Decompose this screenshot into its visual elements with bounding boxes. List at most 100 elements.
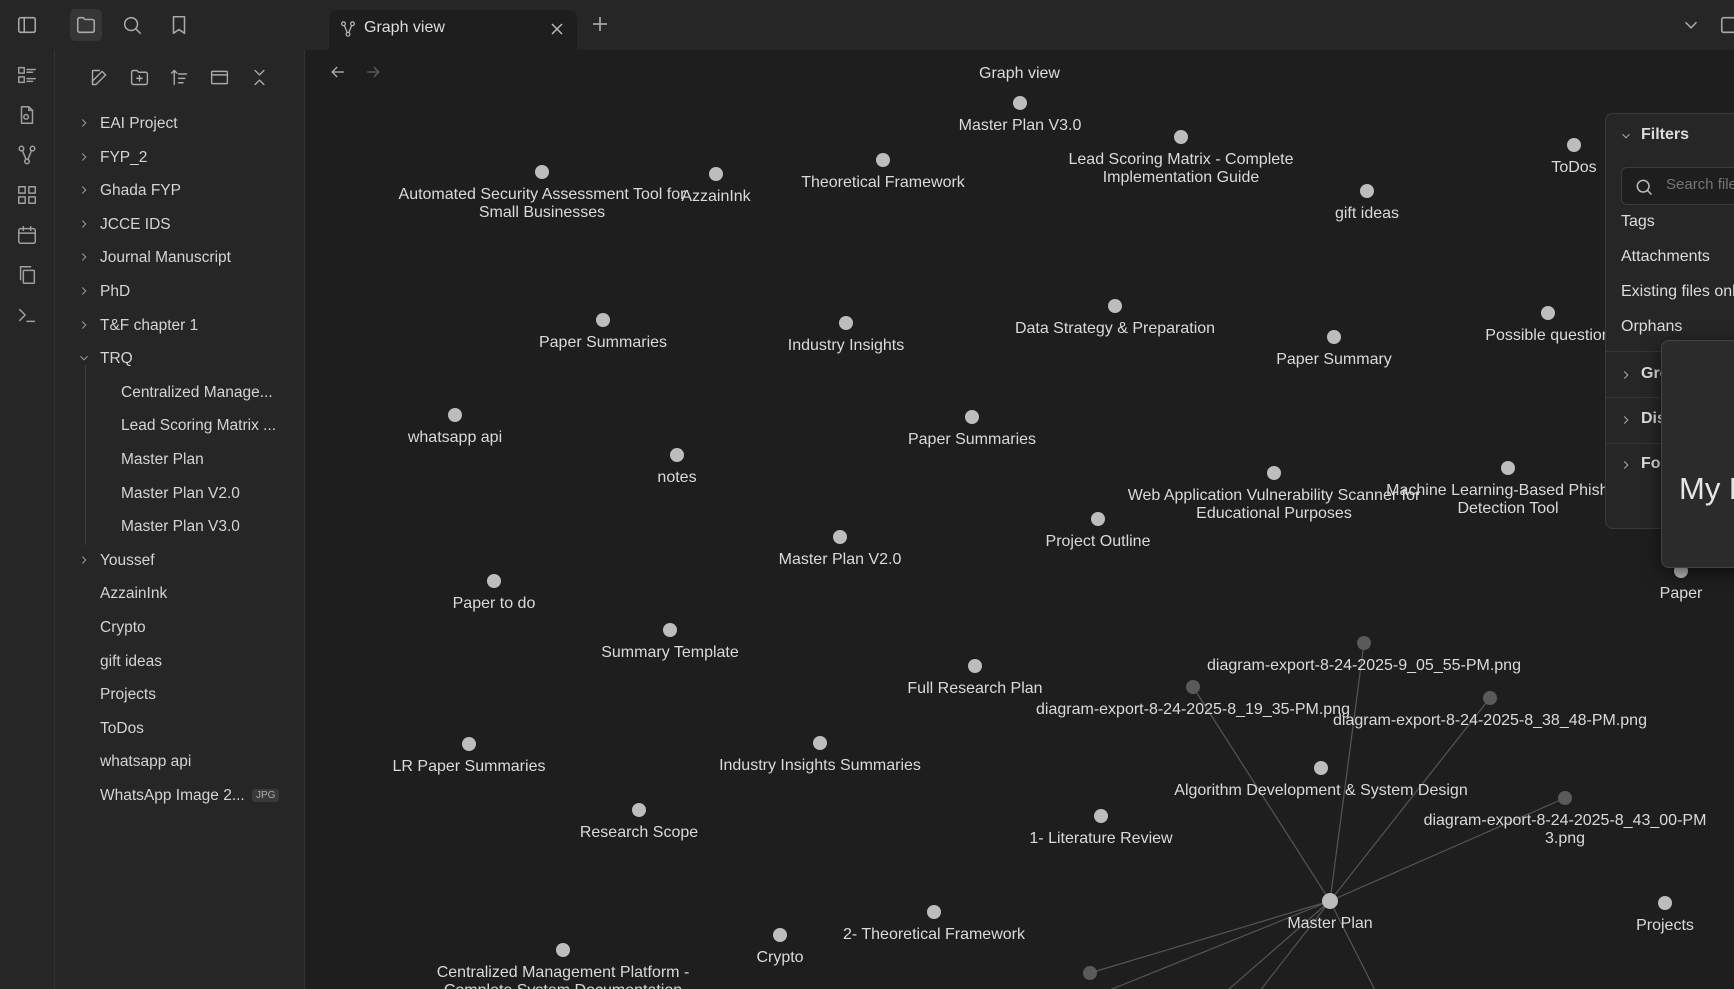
chevron-right-icon[interactable] [1619, 413, 1633, 427]
graph-node-dot[interactable] [1091, 512, 1105, 526]
graph-view-icon[interactable] [13, 141, 41, 169]
graph-node-notes[interactable]: notes [657, 448, 697, 486]
new-tab-icon[interactable] [588, 12, 616, 40]
file-item[interactable]: WhatsApp Image 2... JPG [55, 780, 305, 810]
file-item[interactable]: ToDos [55, 713, 305, 743]
graph-node-whatsapp-api[interactable]: whatsapp api [407, 408, 502, 446]
graph-node-theoretical-framework[interactable]: Theoretical Framework [801, 153, 966, 191]
folder-item[interactable]: T&F chapter 1 [55, 310, 305, 340]
graph-node-diagram-8-43[interactable]: diagram-export-8-24-2025-8_43_00-PM3.png [1424, 791, 1707, 847]
chevron-right-icon[interactable] [77, 318, 91, 332]
filter-existing-files-only[interactable]: Existing files only [1621, 283, 1734, 301]
auto-reveal-icon[interactable] [205, 63, 233, 91]
graph-node-dot[interactable] [535, 165, 549, 179]
graph-node-dot[interactable] [487, 574, 501, 588]
folder-item[interactable]: Youssef [55, 545, 305, 575]
graph-node-research-scope[interactable]: Research Scope [580, 803, 698, 841]
folder-item[interactable]: Ghada FYP [55, 175, 305, 205]
graph-node-dot[interactable] [632, 803, 646, 817]
chevron-right-icon[interactable] [1619, 368, 1633, 382]
chevron-right-icon[interactable] [1619, 458, 1633, 472]
graph-node-diagram-8-19[interactable]: diagram-export-8-24-2025-8_19_35-PM.png [1036, 680, 1350, 718]
graph-node-data-strategy[interactable]: Data Strategy & Preparation [1015, 299, 1215, 337]
graph-view[interactable]: Graph view Master Plan V3.0 Lead Scoring … [305, 50, 1734, 989]
hover-preview-popup[interactable]: My Pl [1661, 340, 1734, 568]
file-item[interactable]: Projects [55, 679, 305, 709]
graph-node-industry-insights[interactable]: Industry Insights [788, 316, 905, 354]
graph-node-dot[interactable] [709, 167, 723, 181]
graph-node-industry-insights-summaries[interactable]: Industry Insights Summaries [719, 736, 921, 774]
graph-node-literature-review[interactable]: 1- Literature Review [1029, 809, 1173, 847]
new-note-icon[interactable] [85, 63, 113, 91]
graph-node-dot[interactable] [1322, 893, 1338, 909]
file-item[interactable]: whatsapp api [55, 746, 305, 776]
new-folder-icon[interactable] [125, 63, 153, 91]
filter-tags[interactable]: Tags [1621, 213, 1655, 231]
file-item[interactable]: Master Plan [55, 444, 305, 474]
graph-node-dot[interactable] [1314, 761, 1328, 775]
graph-node-dot[interactable] [670, 448, 684, 462]
graph-node-possible-questions[interactable]: Possible question [1485, 306, 1611, 344]
graph-node-dot[interactable] [833, 530, 847, 544]
graph-node-dot[interactable] [1327, 330, 1341, 344]
graph-node-dot[interactable] [839, 316, 853, 330]
file-item[interactable]: AzzainInk [55, 578, 305, 608]
graph-node-paper-summaries-2[interactable]: Paper Summaries [908, 410, 1036, 448]
graph-node-dot[interactable] [968, 659, 982, 673]
folder-item[interactable]: TRQ [55, 343, 305, 373]
graph-node-dot[interactable] [448, 408, 462, 422]
file-item[interactable]: Centralized Manage... [55, 377, 305, 407]
graph-node-dot[interactable] [1186, 680, 1200, 694]
graph-node-diagram-8-38[interactable]: diagram-export-8-24-2025-8_38_48-PM.png [1333, 691, 1647, 729]
folder-item[interactable]: JCCE IDS [55, 209, 305, 239]
file-item[interactable]: Crypto [55, 612, 305, 642]
chevron-right-icon[interactable] [77, 553, 91, 567]
graph-node-algorithm-dev[interactable]: Algorithm Development & System Design [1174, 761, 1468, 799]
graph-canvas[interactable]: Master Plan V3.0Lead Scoring Matrix - Co… [305, 50, 1734, 989]
graph-node-bottom-node[interactable] [1083, 966, 1097, 980]
chevron-down-icon[interactable] [1619, 129, 1633, 143]
file-item[interactable]: Master Plan V3.0 [55, 511, 305, 541]
graph-node-dot[interactable] [965, 410, 979, 424]
search-icon[interactable] [116, 9, 148, 41]
graph-node-dot[interactable] [462, 737, 476, 751]
copy-icon[interactable] [13, 261, 41, 289]
graph-node-automated-security[interactable]: Automated Security Assessment Tool forSm… [399, 165, 687, 221]
graph-node-dot[interactable] [596, 313, 610, 327]
graph-node-full-research-plan[interactable]: Full Research Plan [907, 659, 1043, 697]
filter-attachments[interactable]: Attachments [1621, 248, 1710, 266]
graph-node-dot[interactable] [1658, 896, 1672, 910]
graph-node-projects[interactable]: Projects [1636, 896, 1694, 934]
graph-node-dot[interactable] [1541, 306, 1555, 320]
graph-node-ml-phishing[interactable]: Machine Learning-Based PhishingDetection… [1386, 461, 1630, 517]
graph-node-dot[interactable] [1360, 184, 1374, 198]
file-search-icon[interactable] [13, 101, 41, 129]
chevron-right-icon[interactable] [77, 116, 91, 130]
graph-node-dot[interactable] [1267, 466, 1281, 480]
chevron-down-icon[interactable] [1680, 14, 1704, 38]
graph-node-dot[interactable] [773, 928, 787, 942]
graph-node-paper-to-do[interactable]: Paper to do [453, 574, 536, 612]
graph-node-dot[interactable] [1501, 461, 1515, 475]
tab-graph-view[interactable]: Graph view [329, 10, 577, 50]
graph-node-paper-summaries-1[interactable]: Paper Summaries [539, 313, 667, 351]
folder-item[interactable]: EAI Project [55, 108, 305, 138]
graph-node-master-plan-v2[interactable]: Master Plan V2.0 [779, 530, 902, 568]
sort-icon[interactable] [165, 63, 193, 91]
graph-node-dot[interactable] [1108, 299, 1122, 313]
graph-node-web-app-scanner[interactable]: Web Application Vulnerability Scanner fo… [1128, 466, 1421, 522]
terminal-icon[interactable] [13, 301, 41, 329]
graph-node-theoretical-framework-2[interactable]: 2- Theoretical Framework [843, 905, 1026, 943]
search-files-input[interactable] [1666, 176, 1734, 193]
folder-item[interactable]: PhD [55, 276, 305, 306]
folder-icon[interactable] [70, 9, 102, 41]
search-files-field[interactable] [1621, 167, 1734, 205]
folder-item[interactable]: Journal Manuscript [55, 242, 305, 272]
file-item[interactable]: Master Plan V2.0 [55, 478, 305, 508]
filter-orphans[interactable]: Orphans [1621, 318, 1682, 336]
graph-node-dot[interactable] [556, 943, 570, 957]
graph-node-azzainink[interactable]: AzzainInk [681, 167, 752, 205]
bookmark-icon[interactable] [163, 9, 195, 41]
graph-node-project-outline[interactable]: Project Outline [1046, 512, 1151, 550]
calendar-icon[interactable] [13, 221, 41, 249]
